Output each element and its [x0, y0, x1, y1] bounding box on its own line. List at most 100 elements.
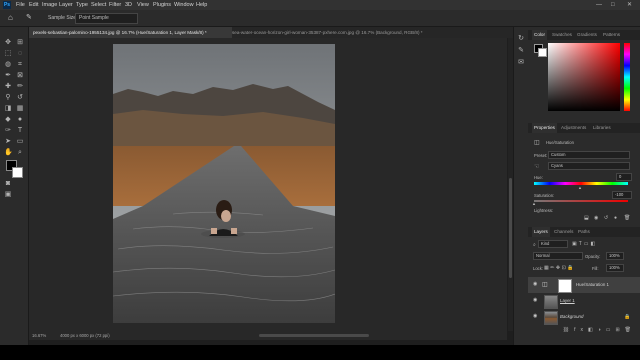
tab-adjustments[interactable]: Adjustments: [559, 123, 588, 133]
artboard-tool-icon[interactable]: ⊞: [16, 39, 24, 47]
zoom-level[interactable]: 16.67%: [32, 331, 46, 340]
horizontal-scrollbar[interactable]: [259, 334, 369, 337]
visibility-icon[interactable]: ●: [614, 215, 617, 221]
opacity-value[interactable]: 100%: [606, 252, 624, 260]
menu-layer[interactable]: Layer: [59, 0, 73, 10]
shape-tool-icon[interactable]: ▭: [16, 138, 24, 146]
fill-value[interactable]: 100%: [606, 264, 624, 272]
preset-select[interactable]: Custom: [548, 151, 630, 159]
quick-select-tool-icon[interactable]: ◍: [4, 61, 12, 69]
document-info[interactable]: 4000 px x 6000 px (72 ppi): [60, 331, 110, 340]
channel-select[interactable]: Cyans: [548, 162, 630, 170]
tab-swatches[interactable]: Swatches: [550, 30, 574, 40]
lock-icons[interactable]: ▦✏✥⊡🔒: [544, 265, 575, 271]
hue-slider[interactable]: [624, 43, 630, 111]
history-panel-icon[interactable]: ↻: [517, 35, 525, 43]
layer-name[interactable]: Hue/Saturation 1: [576, 277, 609, 293]
close-button[interactable]: ✕: [627, 0, 632, 10]
layer-name[interactable]: Layer 1: [560, 293, 575, 309]
color-bg-swatch[interactable]: [538, 48, 547, 57]
layer-row[interactable]: ◉ Background 🔒: [528, 309, 640, 325]
frame-tool-icon[interactable]: ⊠: [16, 72, 24, 80]
menu-window[interactable]: Window: [174, 0, 194, 10]
layer-row[interactable]: ◉ ◫ Hue/Saturation 1: [528, 277, 640, 293]
layer-filter-select[interactable]: Kind: [538, 240, 568, 248]
scroll-thumb[interactable]: [509, 178, 512, 278]
layer-mask-thumbnail[interactable]: [558, 279, 572, 293]
minimize-button[interactable]: —: [596, 0, 602, 10]
brush-settings-icon[interactable]: ✎: [517, 47, 525, 55]
eye-icon[interactable]: ◉: [533, 314, 539, 319]
gradient-tool-icon[interactable]: ▦: [16, 105, 24, 113]
targeted-adjustment-icon[interactable]: ☜: [534, 163, 539, 170]
document-tab[interactable]: sea-water-ocean-horizon-girl-woman-35387…: [228, 27, 446, 38]
tab-libraries[interactable]: Libraries: [591, 123, 613, 133]
lasso-tool-icon[interactable]: ◌: [16, 50, 24, 58]
eyedropper-icon[interactable]: ✒: [4, 72, 12, 80]
menu-edit[interactable]: Edit: [29, 0, 38, 10]
color-picker-field[interactable]: [548, 43, 620, 111]
zoom-tool-icon[interactable]: ⌕: [16, 149, 24, 157]
layer-name[interactable]: Background: [560, 309, 583, 325]
path-select-icon[interactable]: ➤: [4, 138, 12, 146]
menu-type[interactable]: Type: [76, 0, 88, 10]
hue-value[interactable]: 0: [616, 173, 632, 181]
history-brush-icon[interactable]: ↺: [16, 94, 24, 102]
menu-help[interactable]: Help: [196, 0, 207, 10]
maximize-button[interactable]: □: [611, 0, 615, 10]
tab-gradients[interactable]: Gradients: [575, 30, 599, 40]
saturation-slider[interactable]: [534, 200, 628, 202]
type-tool-icon[interactable]: T: [16, 127, 24, 135]
menu-view[interactable]: View: [137, 0, 149, 10]
clip-to-layer-icon[interactable]: ⬓: [584, 215, 589, 221]
brush-tool-icon[interactable]: ✏: [16, 83, 24, 91]
menu-select[interactable]: Select: [91, 0, 106, 10]
tab-color[interactable]: Color: [532, 30, 547, 40]
sample-size-select[interactable]: Point Sample: [75, 13, 138, 24]
tab-layers[interactable]: Layers: [532, 227, 550, 237]
document-tab-active[interactable]: pexels-sebastian-palomino-1955134.jpg @ …: [29, 27, 232, 38]
tab-paths[interactable]: Paths: [576, 227, 592, 237]
document-canvas[interactable]: [113, 44, 335, 323]
dodge-tool-icon[interactable]: ●: [16, 116, 24, 124]
lock-icon[interactable]: 🔒: [624, 309, 630, 325]
menu-file[interactable]: File: [16, 0, 25, 10]
screen-mode-icon[interactable]: ▣: [4, 191, 12, 199]
status-bar: 16.67% 4000 px x 6000 px (72 ppi): [29, 331, 507, 340]
comments-panel-icon[interactable]: ✉: [517, 59, 525, 67]
crop-tool-icon[interactable]: ⌗: [16, 61, 24, 69]
menu-filter[interactable]: Filter: [109, 0, 121, 10]
hue-slider-handle[interactable]: ▲: [578, 185, 582, 190]
menu-image[interactable]: Image: [42, 0, 57, 10]
tab-channels[interactable]: Channels: [552, 227, 575, 237]
background-color-swatch[interactable]: [12, 167, 23, 178]
blur-tool-icon[interactable]: ◆: [4, 116, 12, 124]
canvas-area[interactable]: [29, 38, 507, 331]
hand-tool-icon[interactable]: ✋: [4, 149, 13, 157]
home-icon[interactable]: ⌂: [8, 13, 13, 22]
eye-icon[interactable]: ◉: [533, 298, 539, 303]
move-tool-icon[interactable]: ✥: [4, 39, 12, 47]
saturation-value[interactable]: -100: [612, 191, 632, 199]
clone-stamp-icon[interactable]: ⚲: [4, 94, 12, 102]
adjustment-icon: ◫: [534, 140, 540, 146]
menu-3d[interactable]: 3D: [125, 0, 132, 10]
pen-tool-icon[interactable]: ✑: [4, 127, 12, 135]
layer-row[interactable]: ◉ Layer 1: [528, 293, 640, 309]
eye-icon[interactable]: ◉: [533, 282, 539, 287]
blend-mode-select[interactable]: Normal: [533, 252, 583, 260]
tab-properties[interactable]: Properties: [532, 123, 557, 133]
eraser-tool-icon[interactable]: ◨: [4, 105, 12, 113]
menu-plugins[interactable]: Plugins: [153, 0, 171, 10]
eyedropper-tool-icon[interactable]: ✎: [26, 13, 32, 21]
tab-patterns[interactable]: Patterns: [601, 30, 622, 40]
filter-type-icons[interactable]: ▣T▭◧: [572, 241, 597, 247]
healing-brush-icon[interactable]: ✚: [4, 83, 12, 91]
delete-adjustment-icon[interactable]: 🗑: [624, 215, 630, 221]
quick-mask-icon[interactable]: ◙: [4, 180, 12, 188]
reset-icon[interactable]: ↺: [604, 215, 608, 221]
view-previous-icon[interactable]: ◉: [594, 215, 598, 221]
layers-footer-icons[interactable]: ⛓fx◧◑▭⊞🗑: [528, 327, 640, 337]
saturation-slider-handle[interactable]: ▲: [532, 201, 536, 206]
marquee-tool-icon[interactable]: ⬚: [4, 50, 12, 58]
